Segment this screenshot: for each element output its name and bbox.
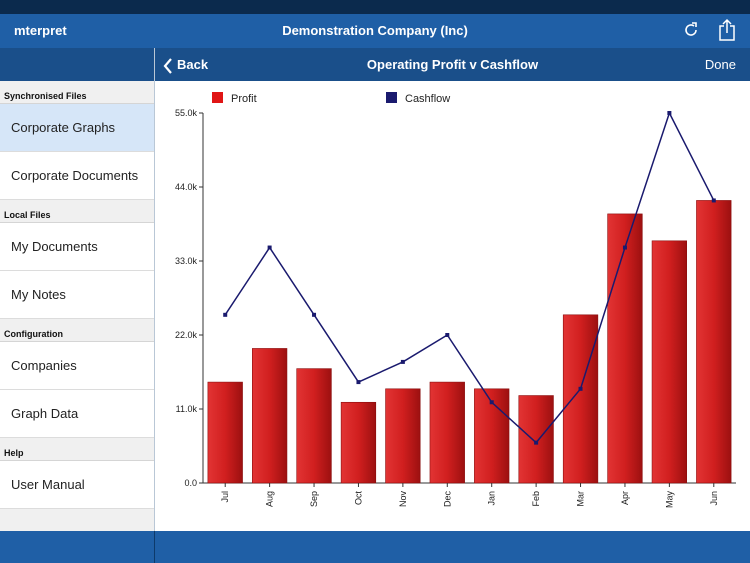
bar-feb bbox=[518, 395, 554, 484]
share-icon[interactable] bbox=[718, 18, 736, 47]
sidebar-item-user-manual[interactable]: User Manual bbox=[0, 461, 154, 509]
sidebar-item-my-documents[interactable]: My Documents bbox=[0, 223, 154, 271]
title-bar: mterpret Demonstration Company (Inc) bbox=[0, 14, 750, 48]
sidebar-item-corporate-documents[interactable]: Corporate Documents bbox=[0, 152, 154, 200]
cashflow-point-jun bbox=[711, 198, 716, 203]
refresh-icon[interactable] bbox=[682, 21, 700, 44]
cashflow-point-feb bbox=[534, 440, 539, 445]
x-tick-label: Oct bbox=[353, 491, 363, 506]
cashflow-point-may bbox=[667, 111, 672, 115]
cashflow-point-aug bbox=[267, 245, 272, 250]
section-local-files: Local Files bbox=[0, 200, 154, 223]
section-configuration: Configuration bbox=[0, 319, 154, 342]
x-tick-label: Feb bbox=[531, 491, 541, 507]
sidebar-item-companies[interactable]: Companies bbox=[0, 342, 154, 390]
company-title: Demonstration Company (Inc) bbox=[282, 23, 468, 38]
sidebar-item-corporate-graphs[interactable]: Corporate Graphs bbox=[0, 104, 154, 152]
cashflow-point-oct bbox=[356, 380, 361, 385]
sidebar-item-graph-data[interactable]: Graph Data bbox=[0, 390, 154, 438]
y-tick-label: 11.0k bbox=[176, 404, 198, 414]
y-tick-label: 22.0k bbox=[175, 330, 198, 340]
bar-nov bbox=[385, 388, 421, 484]
bar-dec bbox=[429, 381, 465, 484]
cashflow-point-dec bbox=[445, 333, 450, 337]
y-tick-label: 55.0k bbox=[175, 108, 198, 118]
cashflow-point-jan bbox=[489, 400, 494, 405]
nav-bar: Back Operating Profit v Cashflow Done bbox=[155, 48, 750, 81]
bar-aug bbox=[252, 348, 288, 484]
legend-swatch-cashflow bbox=[386, 92, 397, 103]
bar-mar bbox=[562, 314, 599, 484]
cashflow-point-apr bbox=[622, 245, 627, 250]
x-tick-label: Sep bbox=[309, 491, 319, 507]
x-tick-label: Mar bbox=[576, 491, 586, 507]
operating-profit-cashflow-chart: 0.0 11.0k 22.0k 33.0k 44.0k 55.0k Jul Aug Sep Oct… bbox=[175, 92, 736, 509]
bar-jun bbox=[696, 200, 732, 484]
legend-label-cashflow: Cashflow bbox=[405, 93, 450, 105]
y-tick-label: 44.0k bbox=[175, 182, 198, 192]
sidebar-header bbox=[0, 48, 154, 81]
section-synchronised-files: Synchronised Files bbox=[0, 81, 154, 104]
bar-apr bbox=[607, 213, 643, 484]
done-button[interactable]: Done bbox=[705, 48, 736, 81]
legend-label-profit: Profit bbox=[231, 93, 257, 105]
x-tick-label: Jun bbox=[709, 491, 719, 506]
x-tick-label: Aug bbox=[265, 491, 275, 507]
x-tick-label: Jan bbox=[487, 491, 497, 506]
cashflow-point-nov bbox=[400, 359, 405, 364]
legend-swatch-profit bbox=[212, 92, 223, 103]
y-tick-label: 0.0 bbox=[184, 478, 197, 488]
bar-may bbox=[651, 240, 687, 484]
cashflow-point-sep bbox=[312, 312, 317, 317]
bar-oct bbox=[340, 401, 377, 484]
bar-jul bbox=[207, 381, 243, 484]
sidebar: Synchronised Files Corporate Graphs Corp… bbox=[0, 48, 155, 531]
status-bar bbox=[0, 0, 750, 14]
x-tick-label: Jul bbox=[220, 491, 230, 503]
sidebar-item-my-notes[interactable]: My Notes bbox=[0, 271, 154, 319]
nav-title: Operating Profit v Cashflow bbox=[366, 57, 539, 72]
x-tick-label: Nov bbox=[398, 491, 408, 508]
cashflow-point-mar bbox=[578, 386, 583, 391]
x-tick-label: May bbox=[664, 491, 674, 509]
chart-area: 0.0 11.0k 22.0k 33.0k 44.0k 55.0k Jul Aug Sep Oct… bbox=[155, 81, 750, 531]
section-help: Help bbox=[0, 438, 154, 461]
bottom-toolbar bbox=[0, 531, 750, 563]
y-tick-label: 33.0k bbox=[175, 256, 198, 266]
x-tick-label: Dec bbox=[442, 491, 452, 508]
bar-sep bbox=[296, 368, 332, 484]
x-tick-label: Apr bbox=[620, 491, 630, 505]
cashflow-point-jul bbox=[223, 312, 228, 317]
